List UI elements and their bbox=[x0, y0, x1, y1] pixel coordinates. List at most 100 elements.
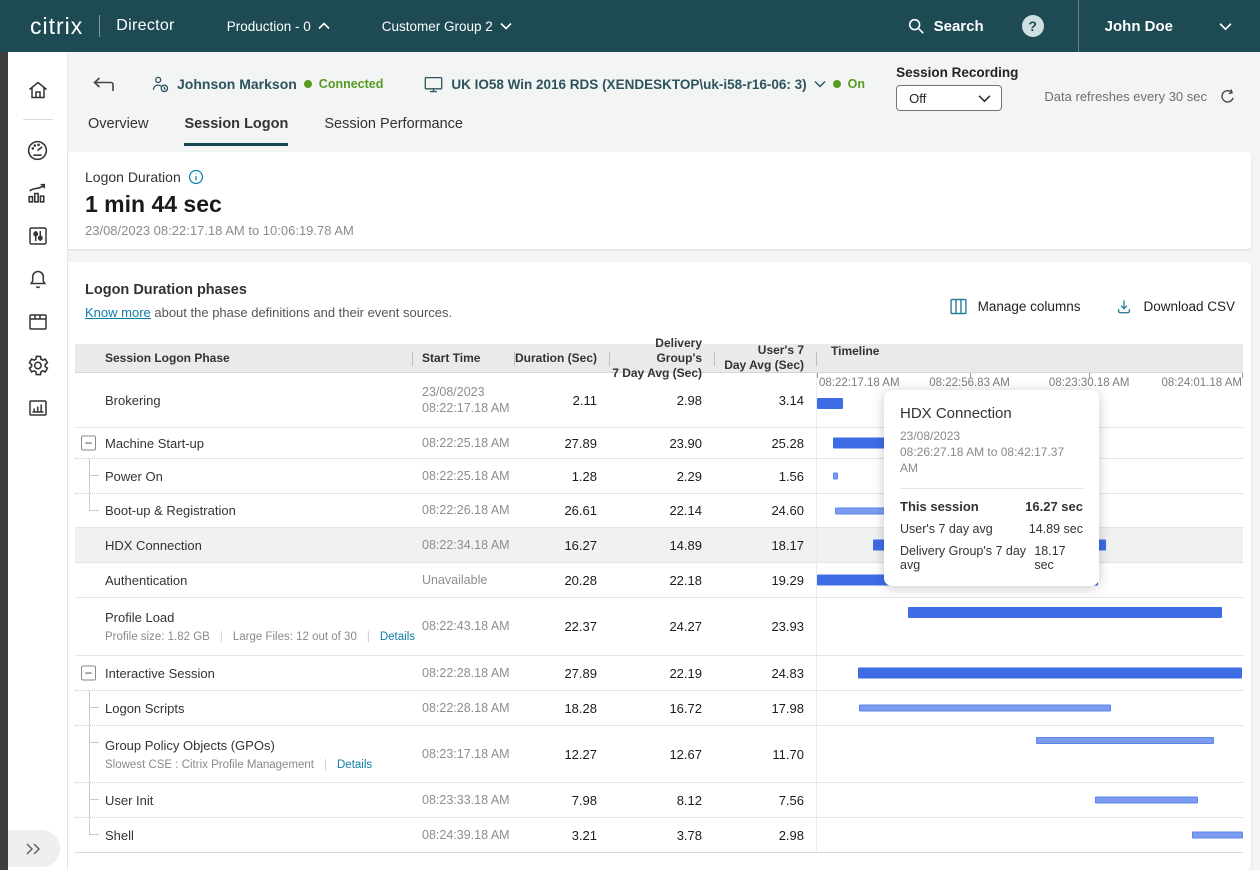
session-recording-value: Off bbox=[909, 91, 926, 106]
download-csv-button[interactable]: Download CSV bbox=[1114, 297, 1235, 317]
report-chart-icon bbox=[26, 396, 50, 420]
phase-name: User Init bbox=[105, 793, 153, 808]
user-avg-value: 3.14 bbox=[712, 393, 816, 408]
phase-row-profile-load[interactable]: Profile LoadProfile size: 1.82 GB|Large … bbox=[75, 597, 1243, 655]
session-user-chip[interactable]: Johnson Markson Connected bbox=[150, 74, 383, 94]
dg-avg-value: 22.18 bbox=[607, 573, 712, 588]
sidebar-item-settings[interactable] bbox=[20, 347, 56, 383]
search-button[interactable]: Search bbox=[907, 17, 984, 35]
user-avg-value: 18.17 bbox=[712, 538, 816, 553]
dg-avg-value: 24.27 bbox=[607, 619, 712, 634]
tab-overview[interactable]: Overview bbox=[88, 116, 148, 146]
start-time-value: 08:23:33.18 AM bbox=[410, 792, 512, 808]
tooltip-row-label: User's 7 day avg bbox=[900, 522, 993, 536]
table-header-row: Session Logon Phase Start Time Duration … bbox=[75, 344, 1243, 373]
sidebar-item-alerts[interactable] bbox=[20, 261, 56, 297]
session-header: Johnson Markson Connected UK IO58 Win 20… bbox=[68, 52, 1260, 116]
sidebar-item-home[interactable] bbox=[20, 72, 56, 108]
manage-columns-button[interactable]: Manage columns bbox=[948, 296, 1081, 317]
sidebar-item-dashboard[interactable] bbox=[20, 132, 56, 168]
timeline-bar[interactable] bbox=[1036, 737, 1214, 744]
session-recording-label: Session Recording bbox=[896, 65, 1018, 80]
phase-cell: Authentication bbox=[75, 563, 410, 597]
search-icon bbox=[907, 17, 925, 35]
duration-value: 26.61 bbox=[512, 503, 607, 518]
timeline-cell bbox=[816, 598, 1243, 655]
citrix-logo: citrix bbox=[30, 13, 83, 40]
sidebar-dark-strip bbox=[0, 52, 8, 870]
timeline-cell bbox=[816, 818, 1243, 852]
top-app-bar: citrix Director Production - 0 Customer … bbox=[0, 0, 1260, 52]
machine-chip[interactable]: UK IO58 Win 2016 RDS (XENDESKTOP\uk-i58-… bbox=[423, 75, 865, 94]
timeline-bar[interactable] bbox=[817, 398, 843, 409]
start-time-value: 08:24:39.18 AM bbox=[410, 827, 512, 843]
sidebar-expand-button[interactable] bbox=[8, 830, 60, 867]
timeline-bar[interactable] bbox=[1095, 797, 1198, 804]
back-button[interactable] bbox=[90, 73, 116, 95]
group-selector[interactable]: Customer Group 2 bbox=[382, 19, 512, 34]
timeline-bar[interactable] bbox=[908, 607, 1222, 618]
tab-session-logon[interactable]: Session Logon bbox=[184, 116, 288, 146]
sidebar-item-applications[interactable] bbox=[20, 304, 56, 340]
timeline-bar[interactable] bbox=[833, 473, 838, 480]
help-button[interactable]: ? bbox=[1022, 15, 1044, 37]
chevron-down-icon[interactable] bbox=[814, 80, 826, 88]
dg-avg-value: 3.78 bbox=[607, 828, 712, 843]
citrix-director-page: citrix Director Production - 0 Customer … bbox=[0, 0, 1260, 870]
start-time-value: 08:22:28.18 AM bbox=[410, 665, 512, 681]
sidebar-item-reports[interactable] bbox=[20, 390, 56, 426]
tree-line bbox=[89, 708, 90, 725]
user-avg-value: 17.98 bbox=[712, 701, 816, 716]
session-recording-select[interactable]: Off bbox=[896, 85, 1002, 111]
dg-avg-value: 16.72 bbox=[607, 701, 712, 716]
know-more-link[interactable]: Know more bbox=[85, 305, 151, 320]
tab-bar: Overview Session Logon Session Performance bbox=[88, 116, 463, 146]
timeline-cell bbox=[816, 726, 1243, 782]
phase-row-logon-scripts[interactable]: Logon Scripts08:22:28.18 AM18.2816.7217.… bbox=[75, 690, 1243, 725]
header-separator bbox=[412, 352, 413, 366]
col-header-phase: Session Logon Phase bbox=[75, 344, 410, 372]
timeline-bar[interactable] bbox=[1192, 832, 1243, 839]
details-link[interactable]: Details bbox=[337, 759, 372, 771]
chevron-down-icon bbox=[500, 22, 512, 30]
phase-row-shell[interactable]: Shell08:24:39.18 AM3.213.782.98 bbox=[75, 817, 1243, 852]
collapse-minus-icon[interactable]: − bbox=[81, 436, 96, 451]
dg-avg-value: 14.89 bbox=[607, 538, 712, 553]
sidebar-item-filters[interactable] bbox=[20, 218, 56, 254]
phase-row-user-init[interactable]: User Init08:23:33.18 AM7.988.127.56 bbox=[75, 782, 1243, 817]
bell-icon bbox=[26, 267, 50, 291]
phase-cell: −Machine Start-up bbox=[75, 428, 410, 458]
logon-duration-card: Logon Duration 1 min 44 sec 23/08/2023 0… bbox=[63, 152, 1251, 249]
tab-session-performance[interactable]: Session Performance bbox=[324, 116, 463, 146]
site-selector[interactable]: Production - 0 bbox=[227, 19, 330, 34]
phase-row-group-policy-objects-gpos[interactable]: Group Policy Objects (GPOs)Slowest CSE :… bbox=[75, 725, 1243, 782]
user-avg-value: 24.83 bbox=[712, 666, 816, 681]
dg-avg-value: 22.19 bbox=[607, 666, 712, 681]
tooltip-row-label: Delivery Group's 7 day avg bbox=[900, 544, 1034, 572]
timeline-bar[interactable] bbox=[859, 705, 1111, 712]
tooltip-row-label: This session bbox=[900, 499, 979, 514]
user-avg-value: 23.93 bbox=[712, 619, 816, 634]
sidebar-item-trends[interactable] bbox=[20, 175, 56, 211]
collapse-minus-icon[interactable]: − bbox=[81, 666, 96, 681]
dg-avg-value: 23.90 bbox=[607, 436, 712, 451]
phase-name: Machine Start-up bbox=[105, 436, 204, 451]
refresh-icon[interactable] bbox=[1219, 88, 1236, 105]
session-recording-control: Session Recording Off bbox=[896, 65, 1018, 111]
user-menu[interactable]: John Doe bbox=[1079, 18, 1260, 35]
phase-name: Boot-up & Registration bbox=[105, 503, 236, 518]
tree-line bbox=[89, 800, 90, 817]
phase-name: Power On bbox=[105, 469, 163, 484]
tree-line bbox=[89, 743, 90, 782]
machine-name: UK IO58 Win 2016 RDS (XENDESKTOP\uk-i58-… bbox=[451, 77, 806, 92]
phase-name: Logon Scripts bbox=[105, 701, 185, 716]
phase-row-interactive-session[interactable]: −Interactive Session08:22:28.18 AM27.892… bbox=[75, 655, 1243, 690]
product-title: Director bbox=[116, 17, 174, 35]
dg-avg-value: 22.14 bbox=[607, 503, 712, 518]
info-icon[interactable] bbox=[188, 169, 204, 185]
subtext-pipe: | bbox=[220, 631, 223, 643]
phase-name: Authentication bbox=[105, 573, 187, 588]
tree-line bbox=[89, 476, 90, 493]
timeline-bar[interactable] bbox=[858, 668, 1242, 679]
details-link[interactable]: Details bbox=[380, 631, 415, 643]
